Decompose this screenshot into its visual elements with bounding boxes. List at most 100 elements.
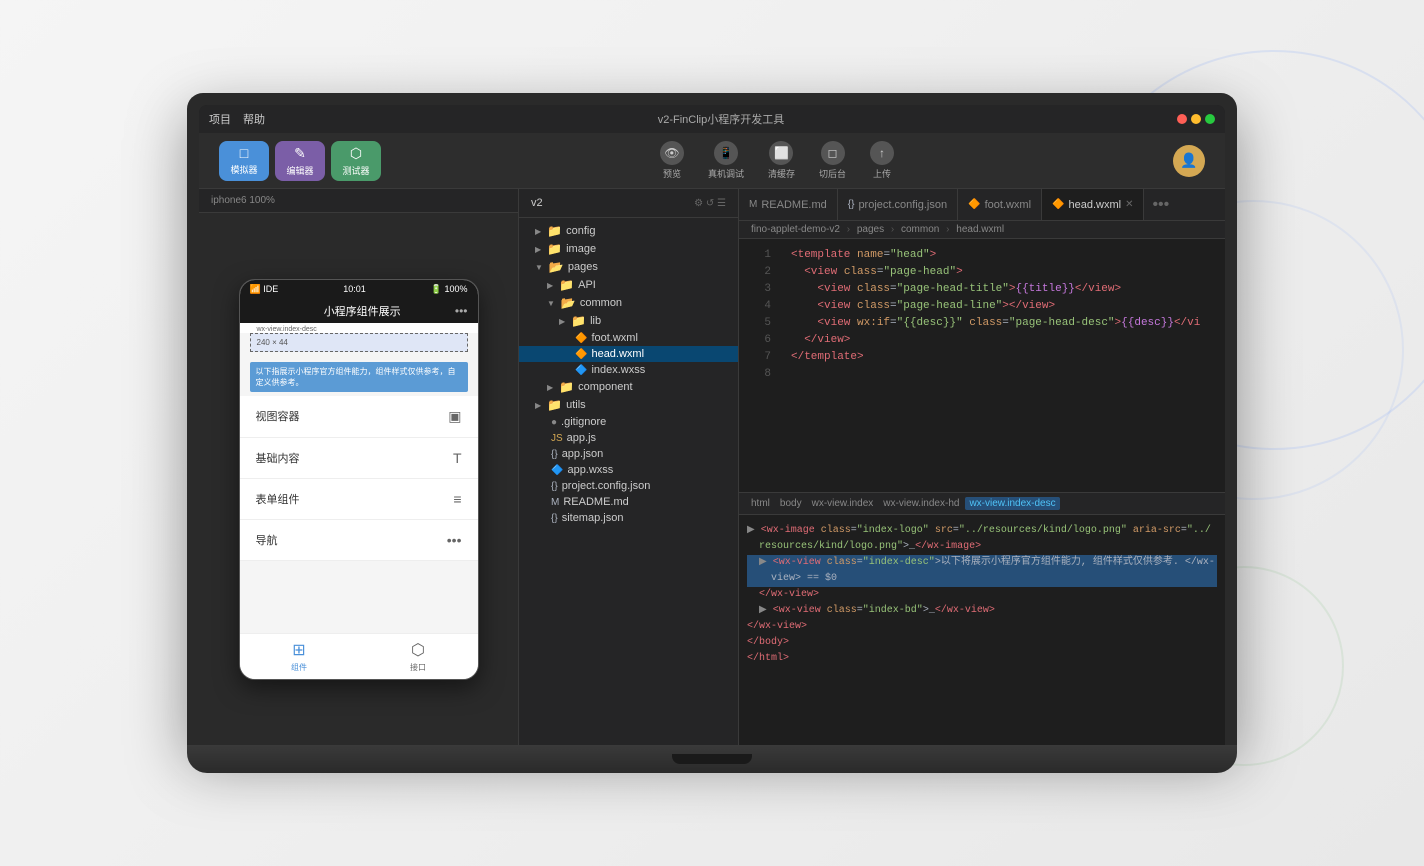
el-crumb-wx-desc[interactable]: wx-view.index-desc [965, 497, 1059, 510]
file-item-config[interactable]: ▶ 📁 config [519, 222, 738, 240]
preview-tool[interactable]: 👁 预览 [660, 141, 684, 180]
chevron-icon: ▶ [527, 227, 541, 236]
file-item-app-wxss[interactable]: 🔷 app.wxss [519, 462, 738, 478]
phone-nav-components[interactable]: ⊞ 组件 [240, 634, 359, 679]
line-num-3: 3 [755, 281, 771, 298]
clear-cache-tool[interactable]: ⬜ 清缓存 [768, 141, 795, 180]
menu-project[interactable]: 项目 [209, 111, 231, 127]
code-line-6: </view> [791, 332, 1213, 349]
phone-more-icon[interactable]: ••• [455, 304, 468, 318]
file-item-project-config[interactable]: {} project.config.json [519, 478, 738, 494]
file-item-gitignore[interactable]: ● .gitignore [519, 414, 738, 430]
tab-readme[interactable]: M README.md [739, 189, 838, 220]
phone-menu-item-3[interactable]: 表单组件 ≡ [240, 479, 478, 520]
phone-title-bar: 小程序组件展示 ••• [240, 299, 478, 323]
file-item-utils[interactable]: ▶ 📁 utils [519, 396, 738, 414]
menu-item-label-3: 表单组件 [256, 491, 300, 507]
debug-icon: ⬡ [350, 145, 362, 162]
file-name: project.config.json [562, 480, 651, 492]
user-avatar[interactable]: 👤 [1173, 145, 1205, 177]
editor-icon: ✎ [294, 145, 306, 162]
window-maximize[interactable] [1205, 114, 1215, 124]
code-line-3: <view class="page-head-title">{{title}}<… [791, 281, 1213, 298]
file-item-component[interactable]: ▶ 📁 component [519, 378, 738, 396]
upload-icon: ↑ [870, 141, 894, 165]
menu-help[interactable]: 帮助 [243, 111, 265, 127]
file-item-index-wxss[interactable]: 🔷 index.wxss [519, 362, 738, 378]
file-item-readme[interactable]: M README.md [519, 494, 738, 510]
breadcrumb-sep-3: › [946, 224, 949, 235]
file-item-foot-wxml[interactable]: 🔶 foot.wxml [519, 330, 738, 346]
file-item-image[interactable]: ▶ 📁 image [519, 240, 738, 258]
file-item-common[interactable]: ▼ 📂 common [519, 294, 738, 312]
file-item-app-js[interactable]: JS app.js [519, 430, 738, 446]
el-crumb-html[interactable]: html [747, 497, 774, 510]
tab-foot-wxml[interactable]: 🔶 foot.wxml [958, 189, 1042, 220]
breadcrumb-sep-2: › [891, 224, 894, 235]
file-item-app-json[interactable]: {} app.json [519, 446, 738, 462]
el-crumb-wx-index[interactable]: wx-view.index [808, 497, 878, 510]
editor-button[interactable]: ✎ 编辑器 [275, 141, 325, 181]
breadcrumb-item-2: pages [857, 224, 884, 235]
clear-cache-label: 清缓存 [768, 167, 795, 180]
phone-selected-text: 以下指展示小程序官方组件能力，组件样式仅供参考，自定义供参考。 [250, 362, 468, 392]
html-line-9: </html> [747, 651, 1217, 667]
code-editor: 1 2 3 4 5 6 7 8 <template name="head"> [739, 239, 1225, 492]
html-line-2: resources/kind/logo.png">_</wx-image> [747, 539, 1217, 555]
line-numbers: 1 2 3 4 5 6 7 8 [739, 239, 779, 492]
chevron-icon: ▶ [527, 401, 541, 410]
file-item-sitemap[interactable]: {} sitemap.json [519, 510, 738, 526]
file-tree: ▶ 📁 config ▶ 📁 image ▼ [519, 218, 738, 745]
upload-tool[interactable]: ↑ 上传 [870, 141, 894, 180]
window-close[interactable] [1177, 114, 1187, 124]
tab-close-icon[interactable]: ✕ [1125, 199, 1133, 210]
breadcrumb-item-4: head.wxml [956, 224, 1004, 235]
file-item-lib[interactable]: ▶ 📁 lib [519, 312, 738, 330]
xml-icon: 🔶 [575, 333, 587, 344]
md-tab-icon: M [749, 199, 757, 210]
code-line-7: </template> [791, 349, 1213, 366]
folder-icon: 📁 [559, 380, 574, 394]
main-area: iphone6 100% 📶 IDE 10:01 🔋 100% [199, 189, 1225, 745]
phone-menu-item-2[interactable]: 基础内容 T [240, 438, 478, 479]
phone-menu-item-1[interactable]: 视图容器 ▣ [240, 396, 478, 438]
editor-label: 编辑器 [286, 164, 313, 177]
menu-item-icon-4: ••• [447, 532, 462, 548]
phone-menu-item-4[interactable]: 导航 ••• [240, 520, 478, 561]
breadcrumb-item-1: fino-applet-demo-v2 [751, 224, 840, 235]
file-item-head-wxml[interactable]: 🔶 head.wxml [519, 346, 738, 362]
debug-button[interactable]: ⬡ 测试器 [331, 141, 381, 181]
device-panel: iphone6 100% 📶 IDE 10:01 🔋 100% [199, 189, 519, 745]
folder-icon: 📁 [547, 224, 562, 238]
real-machine-tool[interactable]: 📱 真机调试 [708, 141, 744, 180]
cut-backend-icon: ◻ [821, 141, 845, 165]
el-crumb-body[interactable]: body [776, 497, 806, 510]
phone-bottom-nav: ⊞ 组件 ⬡ 接口 [240, 633, 478, 679]
file-item-api[interactable]: ▶ 📁 API [519, 276, 738, 294]
window-minimize[interactable] [1191, 114, 1201, 124]
tab-label-head: head.wxml [1068, 199, 1121, 211]
html-content[interactable]: ▶ <wx-image class="index-logo" src="../r… [739, 515, 1225, 746]
nav-interface-icon: ⬡ [411, 640, 425, 660]
file-name: config [566, 225, 595, 237]
root-label: v2 [531, 197, 543, 209]
file-name: app.js [567, 432, 596, 444]
file-item-pages[interactable]: ▼ 📂 pages [519, 258, 738, 276]
menu-item-icon-3: ≡ [453, 491, 461, 507]
js-icon: JS [551, 433, 563, 444]
code-content[interactable]: <template name="head"> <view class="page… [779, 239, 1225, 492]
simulator-button[interactable]: □ 模拟器 [219, 141, 269, 181]
upload-label: 上传 [873, 167, 891, 180]
phone-nav-interface[interactable]: ⬡ 接口 [359, 634, 478, 679]
chevron-icon: ▼ [527, 263, 543, 272]
preview-label: 预览 [663, 167, 681, 180]
menu-item-icon-1: ▣ [448, 408, 461, 425]
tab-head-wxml[interactable]: 🔶 head.wxml ✕ [1042, 189, 1144, 220]
more-tabs-button[interactable]: ••• [1144, 196, 1177, 214]
el-crumb-wx-hd[interactable]: wx-view.index-hd [879, 497, 963, 510]
tab-project-config[interactable]: {} project.config.json [838, 189, 958, 220]
chevron-icon: ▶ [527, 383, 553, 392]
cut-backend-tool[interactable]: ◻ 切后台 [819, 141, 846, 180]
tab-label-foot: foot.wxml [985, 199, 1031, 211]
cut-backend-label: 切后台 [819, 167, 846, 180]
